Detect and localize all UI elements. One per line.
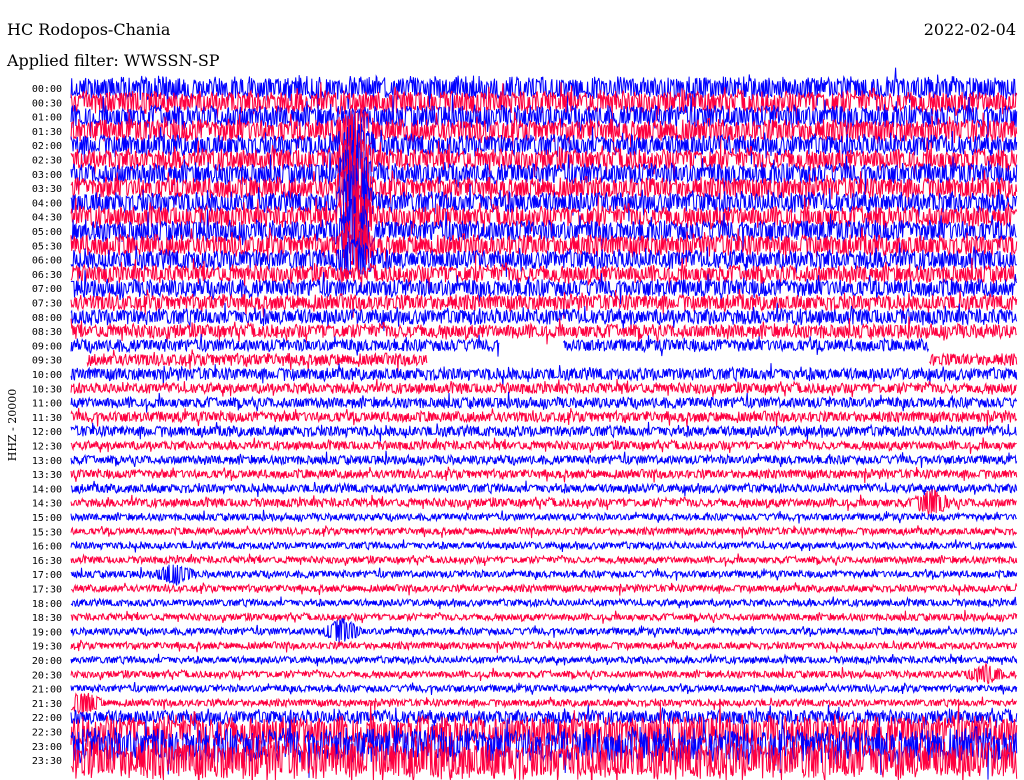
time-tick-label: 14:30 (32, 499, 62, 510)
trace-row-1630 (70, 553, 1018, 567)
trace-row-1500 (70, 509, 1017, 524)
trace-row-2130 (70, 692, 1018, 715)
time-tick-label: 04:00 (32, 198, 62, 209)
time-tick-label: 02:00 (32, 141, 62, 152)
time-tick-label: 18:30 (32, 613, 62, 624)
time-tick-label: 07:30 (32, 299, 62, 310)
time-tick-label: 20:30 (32, 670, 62, 681)
time-tick-label: 17:00 (32, 570, 62, 581)
trace-row-1730 (71, 582, 1018, 596)
time-tick-label: 12:30 (32, 442, 62, 453)
time-tick-label: 19:30 (32, 642, 62, 653)
y-axis-label: HHZ - 20000 (6, 389, 19, 462)
time-tick-label: 01:00 (32, 113, 62, 124)
time-tick-label: 22:30 (32, 728, 62, 739)
helicorder-plot: HHZ - 20000 00:00 00:30 01:00 01:30 02:00 02:… (6, 67, 1018, 780)
time-tick-label: 13:00 (32, 456, 62, 467)
time-tick-label: 10:30 (32, 384, 62, 395)
trace-row-1330 (70, 466, 1018, 484)
time-tick-label: 09:30 (32, 356, 62, 367)
trace-row-0930 (86, 349, 1018, 372)
time-tick-label: 23:00 (32, 742, 62, 753)
trace-row-1430 (70, 489, 1017, 516)
time-tick-label: 20:00 (32, 656, 62, 667)
trace-row-1900 (70, 617, 1018, 643)
trace-row-2100 (70, 682, 1018, 696)
time-tick-label: 05:00 (32, 227, 62, 238)
time-ticks: 00:00 00:30 01:00 01:30 02:00 02:30 03:00 03:30… (32, 84, 62, 767)
time-tick-label: 03:30 (32, 184, 62, 195)
trace-row-1700 (70, 564, 1018, 586)
time-tick-label: 19:00 (32, 627, 62, 638)
time-tick-label: 17:30 (32, 585, 62, 596)
trace-row-1530 (70, 525, 1018, 539)
trace-row-1800 (70, 596, 1018, 610)
time-tick-label: 02:30 (32, 156, 62, 167)
traces (70, 67, 1018, 780)
time-tick-label: 21:30 (32, 699, 62, 710)
time-tick-label: 07:00 (32, 284, 62, 295)
time-tick-label: 10:00 (32, 370, 62, 381)
trace-row-0900 (70, 334, 929, 357)
time-tick-label: 04:30 (32, 213, 62, 224)
time-tick-label: 22:00 (32, 713, 62, 724)
time-tick-label: 15:30 (32, 527, 62, 538)
time-tick-label: 08:30 (32, 327, 62, 338)
trace-row-1300 (70, 450, 1018, 468)
trace-row-1100 (70, 391, 1018, 413)
time-tick-label: 03:00 (32, 170, 62, 181)
time-tick-label: 00:00 (32, 84, 62, 95)
trace-row-1000 (70, 363, 1018, 387)
trace-row-1600 (70, 539, 1017, 553)
time-tick-label: 09:00 (32, 341, 62, 352)
trace-row-1030 (70, 378, 1017, 398)
trace-row-1830 (70, 609, 1018, 624)
time-tick-label: 08:00 (32, 313, 62, 324)
trace-row-1130 (70, 407, 1018, 428)
time-tick-label: 12:00 (32, 427, 62, 438)
time-tick-label: 01:30 (32, 127, 62, 138)
time-tick-label: 11:00 (32, 399, 62, 410)
time-tick-label: 06:30 (32, 270, 62, 281)
trace-row-2030 (70, 661, 1017, 685)
time-tick-label: 16:00 (32, 542, 62, 553)
time-tick-label: 13:30 (32, 470, 62, 481)
trace-row-1930 (70, 639, 1018, 653)
time-tick-label: 11:30 (32, 413, 62, 424)
time-tick-label: 16:30 (32, 556, 62, 567)
trace-row-2000 (70, 653, 1018, 667)
time-tick-label: 14:00 (32, 484, 62, 495)
time-tick-label: 06:00 (32, 256, 62, 267)
trace-row-1200 (70, 421, 1018, 442)
time-tick-label: 15:00 (32, 513, 62, 524)
time-tick-label: 18:00 (32, 599, 62, 610)
trace-row-1230 (70, 437, 1017, 454)
time-tick-label: 23:30 (32, 756, 62, 767)
time-tick-label: 21:00 (32, 685, 62, 696)
trace-row-1400 (70, 480, 1018, 498)
time-tick-label: 00:30 (32, 98, 62, 109)
time-tick-label: 05:30 (32, 241, 62, 252)
